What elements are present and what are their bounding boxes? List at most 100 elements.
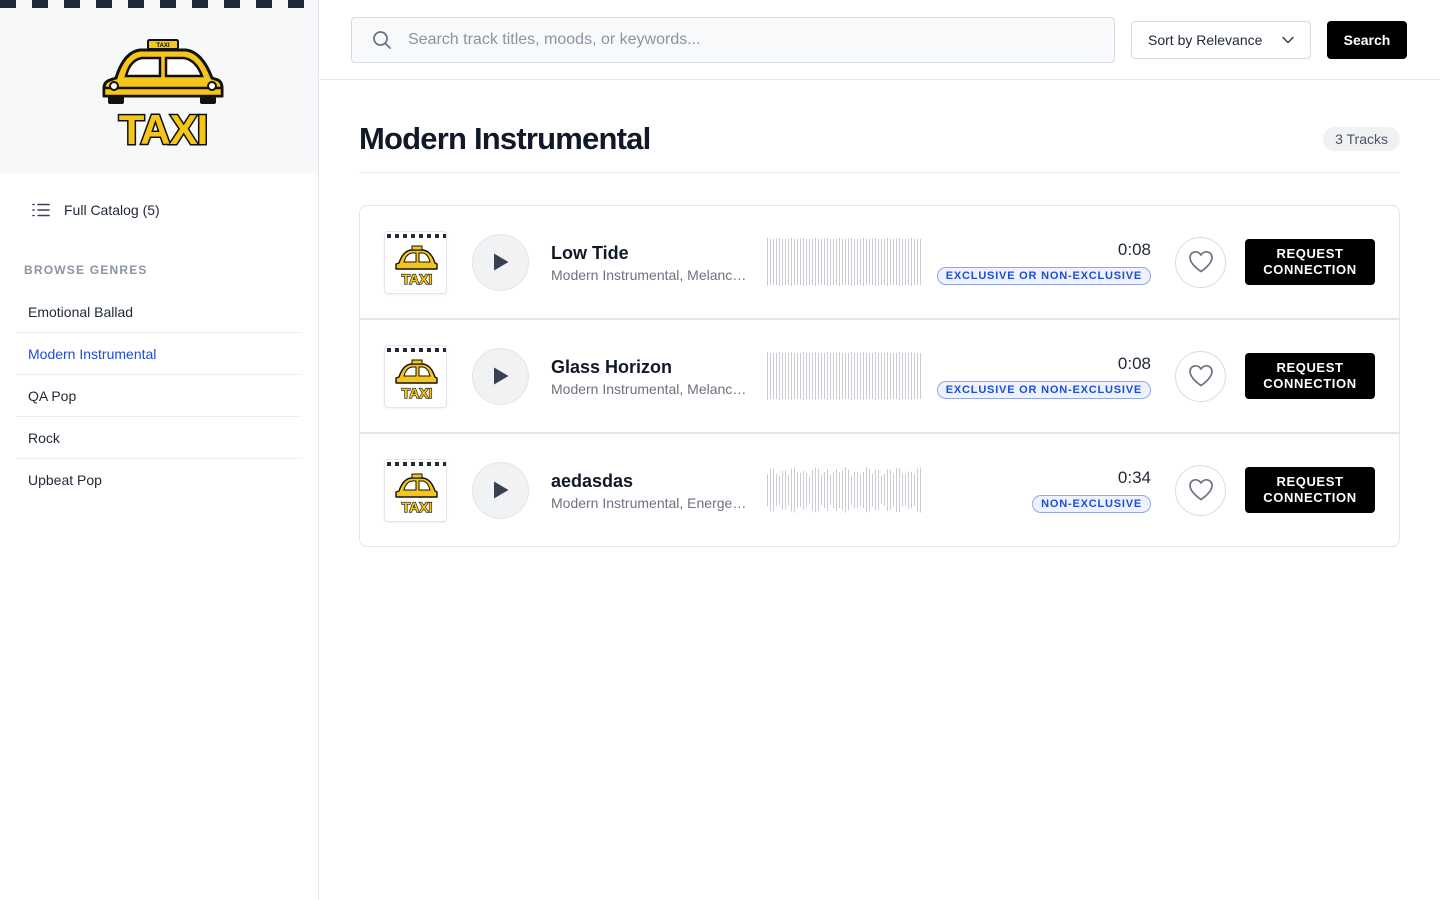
waveform-bar (800, 472, 801, 508)
waveform-bar (815, 467, 816, 513)
waveform-bar (821, 475, 822, 505)
waveform-bar (878, 353, 879, 399)
favorite-button[interactable] (1175, 236, 1226, 288)
search-box[interactable] (351, 16, 1115, 63)
play-button[interactable] (472, 347, 529, 405)
request-connection-button[interactable]: REQUEST CONNECTION (1245, 353, 1375, 399)
waveform-bar (767, 474, 768, 506)
play-button[interactable] (472, 233, 529, 291)
page-title: Modern Instrumental (359, 121, 651, 156)
waveform-bar (782, 470, 783, 510)
waveform-bar (920, 239, 921, 285)
track-title[interactable]: Glass Horizon (551, 356, 749, 378)
waveform-bar (905, 239, 906, 285)
full-catalog-link[interactable]: Full Catalog (5) (32, 197, 318, 223)
waveform-bar (776, 239, 777, 285)
waveform-bar (821, 239, 822, 285)
waveform-bar (866, 239, 867, 285)
waveform-bar (896, 468, 897, 512)
waveform-bar (884, 239, 885, 285)
request-connection-button[interactable]: REQUEST CONNECTION (1245, 239, 1375, 285)
waveform-bar (791, 468, 792, 512)
waveform[interactable] (767, 351, 923, 401)
waveform-bar (881, 239, 882, 285)
waveform-bar (899, 238, 900, 286)
waveform-bar (872, 473, 873, 507)
waveform-bar (773, 239, 774, 285)
waveform-bar (914, 474, 915, 506)
waveform-bar (875, 238, 876, 286)
waveform-bar (854, 471, 855, 509)
waveform-bar (860, 353, 861, 399)
waveform-bar (809, 353, 810, 399)
waveform-bar (839, 238, 840, 286)
waveform-bar (797, 353, 798, 399)
waveform-bar (839, 472, 840, 508)
request-connection-button[interactable]: REQUEST CONNECTION (1245, 467, 1375, 513)
genre-item-upbeat-pop[interactable]: Upbeat Pop (16, 459, 302, 501)
track-thumbnail: TAXI (384, 344, 447, 408)
waveform[interactable] (767, 465, 923, 515)
track-genres: Modern Instrumental, Melancholic, Cinema… (551, 380, 749, 397)
waveform-bar (785, 470, 786, 510)
waveform-bar (848, 353, 849, 399)
waveform-bar (767, 352, 768, 400)
waveform[interactable] (767, 237, 923, 287)
main-panel: Sort by Relevance Search Modern Instrume… (319, 0, 1440, 900)
taxi-thumb-icon: TAXI (387, 347, 446, 401)
search-input[interactable] (408, 30, 1068, 49)
waveform-bar (818, 469, 819, 511)
search-button[interactable]: Search (1327, 20, 1407, 59)
waveform-bar (842, 470, 843, 510)
waveform-bar (875, 469, 876, 511)
genre-item-qa-pop[interactable]: QA Pop (16, 375, 302, 417)
track-title[interactable]: aedasdas (551, 470, 749, 492)
waveform-bar (857, 239, 858, 285)
sort-label: Sort by Relevance (1148, 31, 1263, 48)
waveform-bar (815, 238, 816, 286)
waveform-bar (818, 239, 819, 285)
waveform-bar (791, 352, 792, 400)
waveform-bar (776, 473, 777, 507)
waveform-bar (818, 353, 819, 399)
genre-item-rock[interactable]: Rock (16, 417, 302, 459)
waveform-bar (851, 238, 852, 286)
waveform-bar (821, 353, 822, 399)
heart-icon (1188, 478, 1213, 501)
waveform-bar (803, 238, 804, 286)
waveform-bar (866, 353, 867, 399)
track-meta: 0:34 NON-EXCLUSIVE (923, 468, 1151, 513)
waveform-bar (917, 353, 918, 399)
track-title[interactable]: Low Tide (551, 242, 749, 264)
waveform-bar (863, 238, 864, 286)
track-meta: 0:08 EXCLUSIVE OR NON-EXCLUSIVE (923, 240, 1151, 285)
favorite-button[interactable] (1175, 464, 1226, 516)
waveform-bar (779, 352, 780, 400)
waveform-bar (908, 471, 909, 509)
waveform-bar (824, 353, 825, 399)
waveform-bar (878, 470, 879, 510)
genre-item-emotional-ballad[interactable]: Emotional Ballad (16, 291, 302, 333)
waveform-bar (848, 239, 849, 285)
track-thumbnail: TAXI (384, 230, 447, 294)
waveform-bar (776, 353, 777, 399)
taxi-logo[interactable]: TAXI TAXI (96, 36, 226, 152)
waveform-bar (773, 468, 774, 512)
play-button[interactable] (472, 461, 529, 519)
track-row: TAXI Low Tide Modern Instrumental, Melan… (360, 206, 1399, 320)
sort-select[interactable]: Sort by Relevance (1131, 20, 1311, 59)
top-bar: Sort by Relevance Search (319, 0, 1440, 80)
waveform-bar (791, 238, 792, 286)
heart-icon (1188, 364, 1213, 387)
genre-item-modern-instrumental[interactable]: Modern Instrumental (16, 333, 302, 375)
waveform-bar (824, 472, 825, 508)
waveform-bar (872, 239, 873, 285)
search-icon (373, 30, 391, 49)
waveform-bar (914, 239, 915, 285)
waveform-bar (845, 467, 846, 513)
license-badge: NON-EXCLUSIVE (1032, 494, 1151, 513)
track-genres: Modern Instrumental, Melancholic, Cinema… (551, 266, 749, 283)
waveform-bar (860, 239, 861, 285)
waveform-bar (842, 353, 843, 399)
favorite-button[interactable] (1175, 350, 1226, 402)
